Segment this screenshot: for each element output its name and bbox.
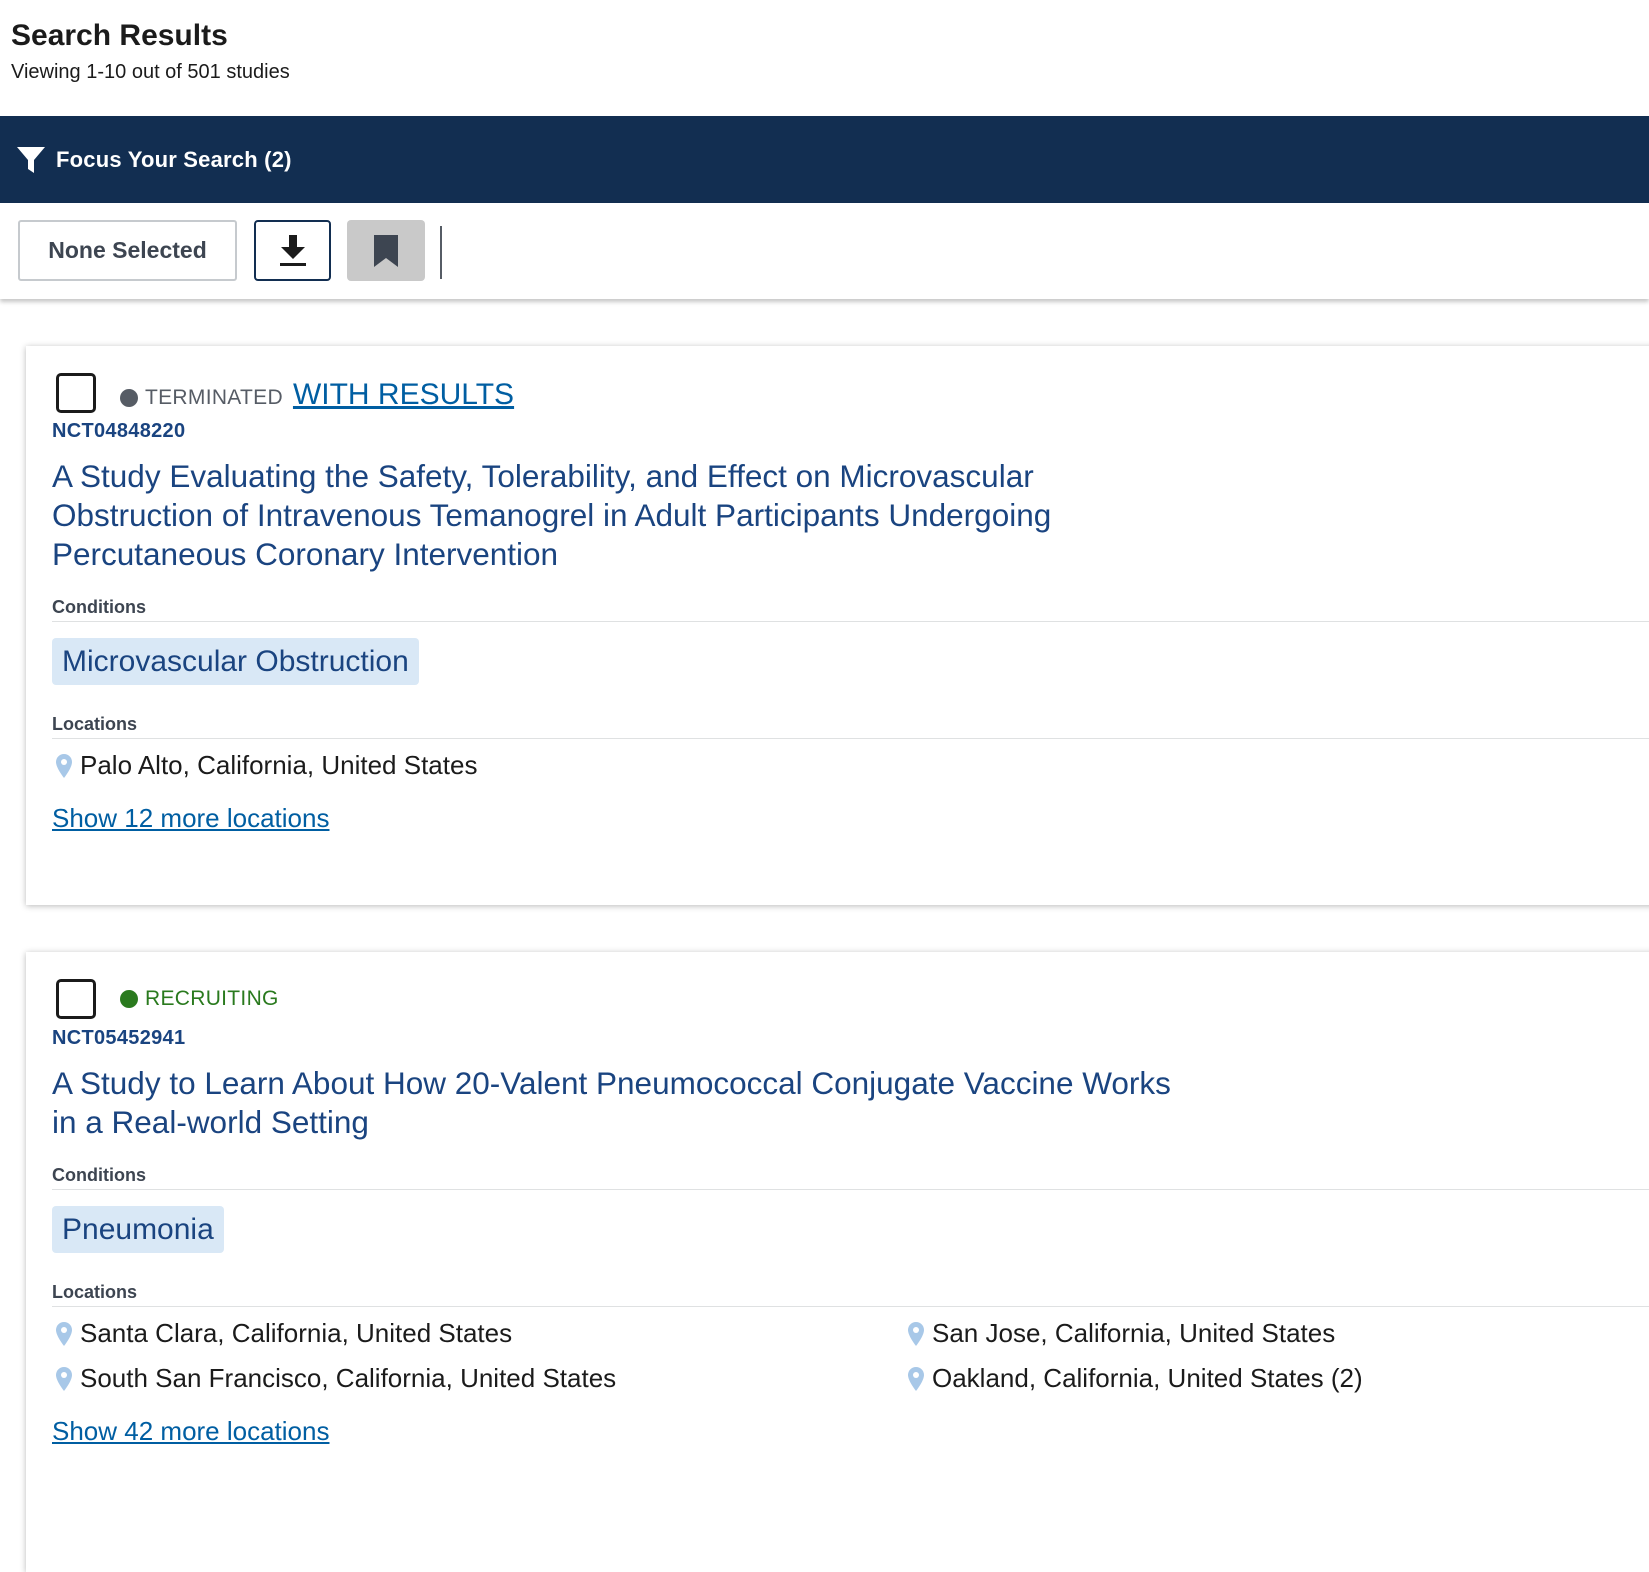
- location-item: Oakland, California, United States (2): [907, 1363, 1363, 1394]
- condition-chip[interactable]: Microvascular Obstruction: [52, 638, 419, 685]
- section-divider: [52, 1189, 1649, 1190]
- bookmark-icon: [374, 234, 398, 267]
- study-status: TERMINATED WITH RESULTS: [120, 378, 514, 415]
- filter-icon: [17, 146, 45, 173]
- study-card: TERMINATED WITH RESULTS NCT04848220 A St…: [26, 346, 1649, 905]
- status-dot-icon: [120, 990, 138, 1008]
- condition-chip[interactable]: Pneumonia: [52, 1206, 224, 1253]
- study-title-link[interactable]: A Study to Learn About How 20-Valent Pne…: [52, 1064, 1202, 1142]
- results-count: Viewing 1-10 out of 501 studies: [11, 61, 290, 83]
- location-item: Palo Alto, California, United States: [55, 750, 477, 781]
- section-divider: [52, 621, 1649, 622]
- download-icon: [279, 234, 306, 266]
- status-dot-icon: [120, 389, 138, 407]
- location-text: South San Francisco, California, United …: [80, 1363, 617, 1393]
- locations-label: Locations: [52, 714, 138, 734]
- location-text: Oakland, California, United States (2): [932, 1363, 1363, 1393]
- location-item: San Jose, California, United States: [907, 1318, 1335, 1349]
- location-text: San Jose, California, United States: [932, 1318, 1336, 1348]
- map-pin-icon: [56, 753, 72, 778]
- map-pin-icon: [908, 1321, 924, 1346]
- download-button[interactable]: [254, 220, 331, 281]
- nct-id: NCT04848220: [52, 420, 186, 442]
- study-card: RECRUITING NCT05452941 A Study to Learn …: [26, 952, 1649, 1572]
- map-pin-icon: [56, 1366, 72, 1391]
- study-select-checkbox[interactable]: [56, 979, 96, 1019]
- with-results-link[interactable]: WITH RESULTS: [293, 378, 514, 412]
- page-title: Search Results: [11, 19, 228, 52]
- locations-label: Locations: [52, 1282, 138, 1302]
- location-item: South San Francisco, California, United …: [55, 1363, 616, 1394]
- results-header: Search Results Viewing 1-10 out of 501 s…: [11, 18, 290, 84]
- section-divider: [52, 1306, 1649, 1307]
- study-title-link[interactable]: A Study Evaluating the Safety, Tolerabil…: [52, 457, 1202, 574]
- results-toolbar: None Selected: [0, 203, 1649, 299]
- toolbar-divider: [440, 226, 442, 279]
- study-status: RECRUITING: [120, 987, 279, 1011]
- nct-id: NCT05452941: [52, 1027, 186, 1049]
- save-bookmark-button[interactable]: [347, 220, 425, 281]
- section-divider: [52, 738, 1649, 739]
- show-more-locations-link[interactable]: Show 42 more locations: [52, 1416, 329, 1447]
- map-pin-icon: [56, 1321, 72, 1346]
- map-pin-icon: [908, 1366, 924, 1391]
- conditions-label: Conditions: [52, 1165, 146, 1185]
- conditions-label: Conditions: [52, 597, 146, 617]
- location-text: Palo Alto, California, United States: [80, 750, 478, 780]
- focus-search-label: Focus Your Search (2): [56, 146, 292, 172]
- location-item: Santa Clara, California, United States: [55, 1318, 512, 1349]
- selection-dropdown-button[interactable]: None Selected: [18, 220, 237, 281]
- location-text: Santa Clara, California, United States: [80, 1318, 513, 1348]
- status-label: RECRUITING: [145, 987, 279, 1010]
- focus-search-toggle[interactable]: Focus Your Search (2): [0, 116, 1649, 203]
- status-label: TERMINATED: [145, 386, 283, 409]
- show-more-locations-link[interactable]: Show 12 more locations: [52, 803, 329, 834]
- study-select-checkbox[interactable]: [56, 373, 96, 413]
